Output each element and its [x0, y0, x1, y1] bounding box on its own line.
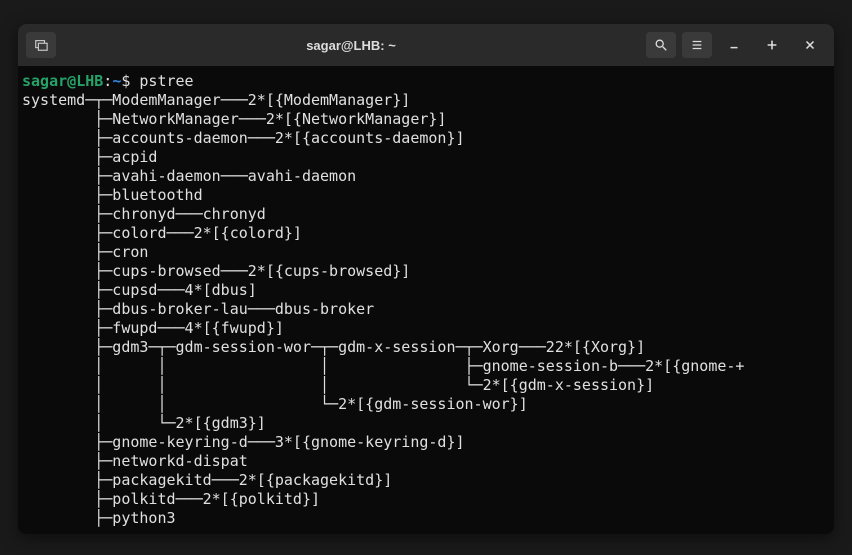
tree-line: ├─chronyd───chronyd: [22, 205, 266, 223]
tree-line: systemd─┬─ModemManager───2*[{ModemManage…: [22, 91, 410, 109]
titlebar: sagar@LHB: ~: [18, 24, 834, 66]
new-tab-button[interactable]: [26, 32, 56, 58]
maximize-button[interactable]: [754, 32, 790, 58]
tree-line: │ │ │ ├─gnome-session-b───2*[{gnome-+: [22, 357, 744, 375]
tree-line: ├─bluetoothd: [22, 186, 203, 204]
tree-line: ├─cupsd───4*[dbus]: [22, 281, 257, 299]
minimize-button[interactable]: [716, 32, 752, 58]
prompt-dollar: $: [121, 72, 139, 90]
tree-line: ├─acpid: [22, 148, 157, 166]
prompt-user: sagar: [22, 72, 67, 90]
tree-line: ├─cron: [22, 243, 148, 261]
terminal-window: sagar@LHB: ~ sagar@LHB:~$ pstree systemd…: [18, 24, 834, 534]
prompt-colon: :: [103, 72, 112, 90]
minimize-icon: [727, 38, 741, 52]
tree-line: ├─accounts-daemon───2*[{accounts-daemon}…: [22, 129, 465, 147]
search-icon: [654, 38, 668, 52]
hamburger-icon: [690, 38, 704, 52]
tree-line: │ └─2*[{gdm3}]: [22, 414, 266, 432]
tree-line: ├─gnome-keyring-d───3*[{gnome-keyring-d}…: [22, 433, 465, 451]
menu-button[interactable]: [682, 32, 712, 58]
tree-line: ├─avahi-daemon───avahi-daemon: [22, 167, 356, 185]
titlebar-left: [24, 32, 58, 58]
titlebar-right: [644, 32, 828, 58]
prompt-at: @: [67, 72, 76, 90]
tree-line: ├─python3: [22, 509, 176, 527]
new-tab-icon: [34, 38, 48, 52]
tree-line: ├─dbus-broker-lau───dbus-broker: [22, 300, 374, 318]
tree-line: ├─NetworkManager───2*[{NetworkManager}]: [22, 110, 446, 128]
window-title: sagar@LHB: ~: [58, 38, 644, 53]
tree-line: ├─cups-browsed───2*[{cups-browsed}]: [22, 262, 410, 280]
tree-line: ├─gdm3─┬─gdm-session-wor─┬─gdm-x-session…: [22, 338, 645, 356]
close-icon: [803, 38, 817, 52]
command-text: pstree: [139, 72, 193, 90]
prompt-host: LHB: [76, 72, 103, 90]
tree-line: ├─colord───2*[{colord}]: [22, 224, 302, 242]
tree-line: ├─packagekitd───2*[{packagekitd}]: [22, 471, 392, 489]
maximize-icon: [765, 38, 779, 52]
tree-line: ├─fwupd───4*[{fwupd}]: [22, 319, 284, 337]
search-button[interactable]: [646, 32, 676, 58]
tree-line: │ │ └─2*[{gdm-session-wor}]: [22, 395, 528, 413]
tree-line: │ │ │ └─2*[{gdm-x-session}]: [22, 376, 654, 394]
prompt-path: ~: [112, 72, 121, 90]
close-button[interactable]: [792, 32, 828, 58]
terminal-content[interactable]: sagar@LHB:~$ pstree systemd─┬─ModemManag…: [18, 66, 834, 534]
tree-line: ├─polkitd───2*[{polkitd}]: [22, 490, 320, 508]
tree-line: ├─networkd-dispat: [22, 452, 248, 470]
